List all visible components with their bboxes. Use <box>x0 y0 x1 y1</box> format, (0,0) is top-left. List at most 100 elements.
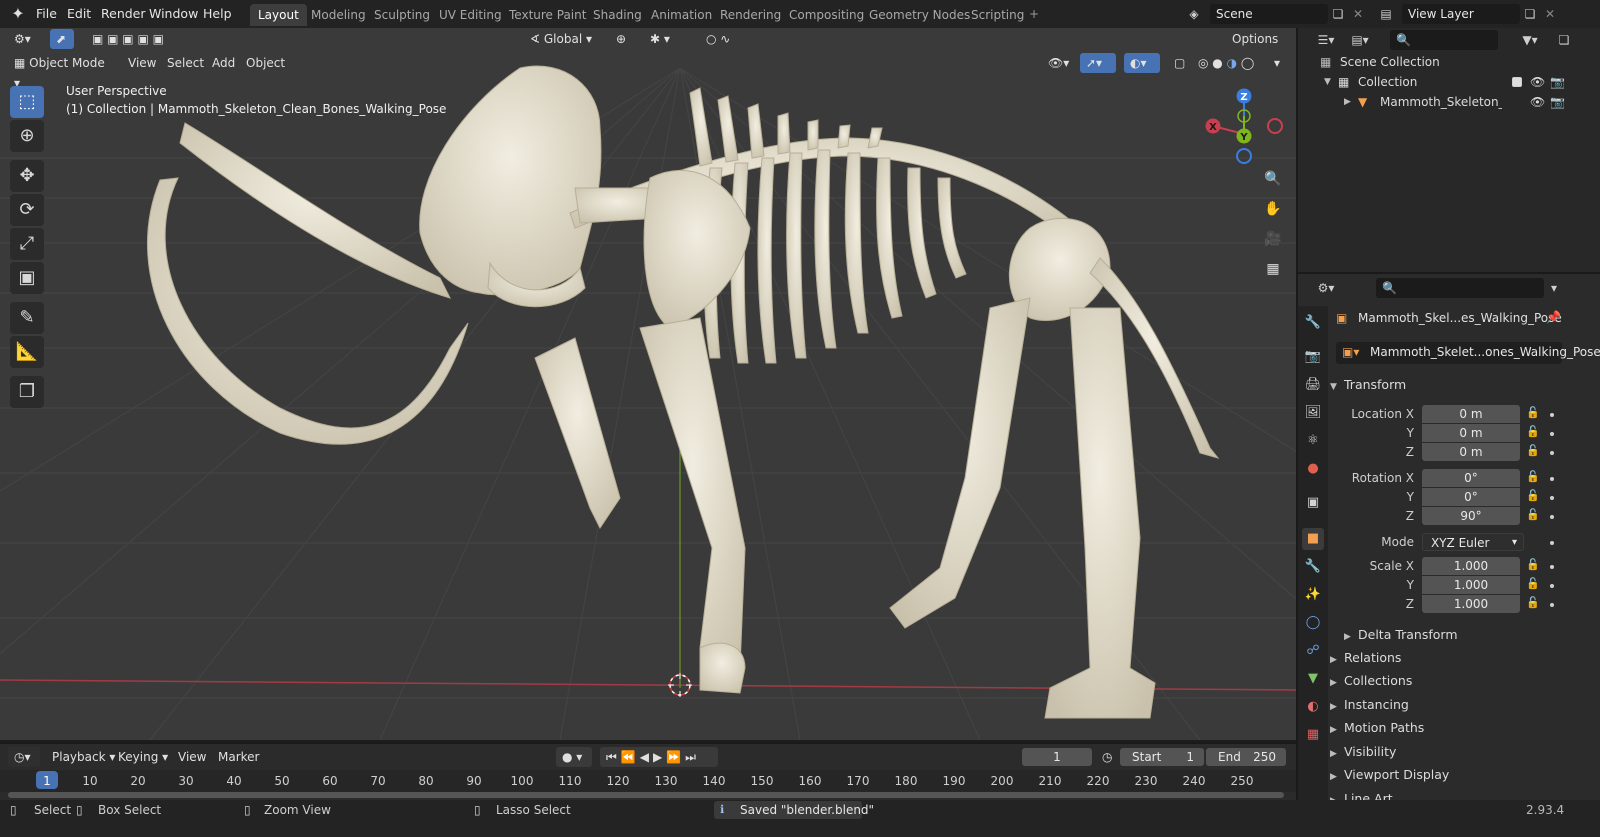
texture-tab-icon[interactable]: ▦ <box>1302 724 1324 746</box>
collection-tab-icon[interactable]: ▣ <box>1302 492 1324 514</box>
keyframe-dot-icon[interactable] <box>1550 515 1554 519</box>
tab-texture-paint[interactable]: Texture Paint <box>501 4 594 26</box>
render-tab-icon[interactable]: 📷 <box>1302 346 1324 368</box>
pan-hand-icon[interactable]: ✋ <box>1262 198 1284 220</box>
tab-geometry-nodes[interactable]: Geometry Nodes <box>861 4 978 26</box>
tab-rendering[interactable]: Rendering <box>712 4 789 26</box>
end-frame-field[interactable]: End 250 <box>1206 748 1286 766</box>
tab-sculpting[interactable]: Sculpting <box>366 4 438 26</box>
keyframe-dot-icon[interactable] <box>1550 413 1554 417</box>
world-tab-icon[interactable]: ● <box>1302 458 1324 480</box>
lock-icon[interactable]: 🔓 <box>1526 444 1540 457</box>
camera-icon[interactable]: 📷 <box>1550 92 1565 112</box>
collections-panel-header[interactable]: ▶ Collections <box>1330 670 1600 692</box>
options-dropdown[interactable]: Options ▾ <box>1226 29 1288 66</box>
rotation-x-field[interactable]: 0° <box>1422 469 1520 487</box>
lock-icon[interactable]: 🔓 <box>1526 508 1540 521</box>
select-box-tool-icon[interactable]: ⬚ <box>10 86 44 118</box>
gizmo-toggle-icon[interactable]: ➚▾ <box>1080 53 1116 73</box>
tab-uv-editing[interactable]: UV Editing <box>431 4 510 26</box>
camera-view-icon[interactable]: 🎥 <box>1262 228 1284 250</box>
location-x-field[interactable]: 0 m <box>1422 405 1520 423</box>
timeline-editor-icon[interactable]: ◷▾ <box>8 747 40 767</box>
view-layer-icon[interactable]: ▤ <box>1376 4 1396 24</box>
lock-icon[interactable]: 🔓 <box>1526 489 1540 502</box>
clock-icon[interactable]: ◷ <box>1098 747 1116 767</box>
instancing-panel-header[interactable]: ▶ Instancing <box>1330 694 1600 716</box>
expand-icon[interactable]: ▶ <box>1344 92 1351 112</box>
relations-panel-header[interactable]: ▶ Relations <box>1330 647 1600 669</box>
keyframe-dot-icon[interactable] <box>1550 584 1554 588</box>
editor-type-icon[interactable]: ⚙▾ <box>8 29 40 49</box>
outliner-search-input[interactable]: 🔍 <box>1390 30 1498 50</box>
output-tab-icon[interactable]: 🖨 <box>1302 374 1324 396</box>
new-scene-icon[interactable]: ❏ <box>1328 4 1348 24</box>
expand-icon[interactable]: ▼ <box>1324 72 1331 92</box>
menu-help[interactable]: Help <box>201 5 234 23</box>
proportional-edit-icon[interactable]: ○ ∿ <box>700 29 748 49</box>
annotate-tool-icon[interactable]: ✎ <box>10 302 44 334</box>
menu-window[interactable]: Window <box>147 5 200 23</box>
selection-mode-icons[interactable]: ▣ ▣ ▣ ▣ ▣ <box>86 29 182 49</box>
lock-icon[interactable]: 🔓 <box>1526 406 1540 419</box>
scale-tool-icon[interactable]: ⤢ <box>10 228 44 260</box>
menu-view[interactable]: View <box>124 53 160 73</box>
visibility-icon[interactable]: 👁▾ <box>1042 53 1078 73</box>
cursor-tool-icon[interactable]: ⊕ <box>10 120 44 152</box>
filter-icon[interactable]: ▼▾ <box>1520 30 1540 50</box>
tab-modeling[interactable]: Modeling <box>303 4 374 26</box>
lock-icon[interactable]: 🔓 <box>1526 596 1540 609</box>
location-z-field[interactable]: 0 m <box>1422 443 1520 461</box>
lock-icon[interactable]: 🔓 <box>1526 470 1540 483</box>
delta-transform-header[interactable]: ▶ Delta Transform <box>1344 624 1584 646</box>
move-tool-icon[interactable]: ✥ <box>10 160 44 192</box>
outliner-row-collection[interactable]: ▼ ▦ Collection 👁 📷 <box>1298 72 1600 92</box>
rotate-tool-icon[interactable]: ⟳ <box>10 194 44 226</box>
mode-dropdown[interactable]: ▦ Object Mode ▾ <box>8 53 116 90</box>
keyframe-dot-icon[interactable] <box>1550 451 1554 455</box>
measure-tool-icon[interactable]: 📐 <box>10 336 44 368</box>
rotation-z-field[interactable]: 90° <box>1422 507 1520 525</box>
playback-controls[interactable]: ⏮⏪◀▶⏩⏭ <box>600 747 718 767</box>
transform-panel-header[interactable]: ▼ Transform <box>1330 374 1600 396</box>
shading-dropdown-icon[interactable]: ▾ <box>1270 53 1284 73</box>
auto-keying-icon[interactable]: ● ▾ <box>556 747 592 767</box>
current-frame-field[interactable]: 1 <box>1022 748 1092 766</box>
tab-animation[interactable]: Animation <box>643 4 720 26</box>
viewport-display-panel-header[interactable]: ▶ Viewport Display <box>1330 764 1600 786</box>
properties-search-input[interactable]: 🔍 <box>1376 278 1544 298</box>
overlay-toggle-icon[interactable]: ◐▾ <box>1124 53 1160 73</box>
scene-selector-icon[interactable]: ◈ <box>1184 4 1204 24</box>
menu-edit[interactable]: Edit <box>65 5 93 23</box>
keyframe-dot-icon[interactable] <box>1550 603 1554 607</box>
menu-render[interactable]: Render <box>99 5 148 23</box>
outliner-editor-icon[interactable]: ☰▾ <box>1316 30 1336 50</box>
pin-icon[interactable]: 📌 <box>1546 310 1561 324</box>
menu-file[interactable]: File <box>34 5 59 23</box>
display-mode-icon[interactable]: ▤▾ <box>1350 30 1370 50</box>
zoom-icon[interactable]: 🔍 <box>1262 168 1284 190</box>
keying-menu[interactable]: Keying ▾ <box>114 747 172 767</box>
view-layer-tab-icon[interactable]: 🖼 <box>1302 402 1324 424</box>
keyframe-dot-icon[interactable] <box>1550 477 1554 481</box>
marker-menu[interactable]: Marker <box>214 747 263 767</box>
menu-add[interactable]: Add <box>208 53 239 73</box>
data-tab-icon[interactable]: ▼ <box>1302 668 1324 690</box>
properties-options-icon[interactable]: ▾ <box>1544 278 1564 298</box>
timeline-scrollbar[interactable] <box>8 792 1284 798</box>
navigation-gizmo[interactable]: Z Y X <box>1200 86 1290 166</box>
xray-icon[interactable]: ▢ <box>1168 53 1190 73</box>
visibility-panel-header[interactable]: ▶ Visibility <box>1330 741 1600 763</box>
transform-orientation-dropdown[interactable]: ∢ Global ▾ <box>524 29 602 49</box>
keyframe-dot-icon[interactable] <box>1550 496 1554 500</box>
lock-icon[interactable]: 🔓 <box>1526 425 1540 438</box>
snap-icon[interactable]: ✱ ▾ <box>644 29 692 49</box>
properties-editor-icon[interactable]: ⚙▾ <box>1316 278 1336 298</box>
tab-layout[interactable]: Layout <box>250 4 307 26</box>
scale-z-field[interactable]: 1.000 <box>1422 595 1520 613</box>
particles-tab-icon[interactable]: ✨ <box>1302 584 1324 606</box>
pivot-point-icon[interactable]: ⊕ <box>610 29 638 49</box>
menu-select[interactable]: Select <box>163 53 208 73</box>
outliner-row-scene-collection[interactable]: ▦ Scene Collection <box>1298 52 1600 72</box>
scale-y-field[interactable]: 1.000 <box>1422 576 1520 594</box>
